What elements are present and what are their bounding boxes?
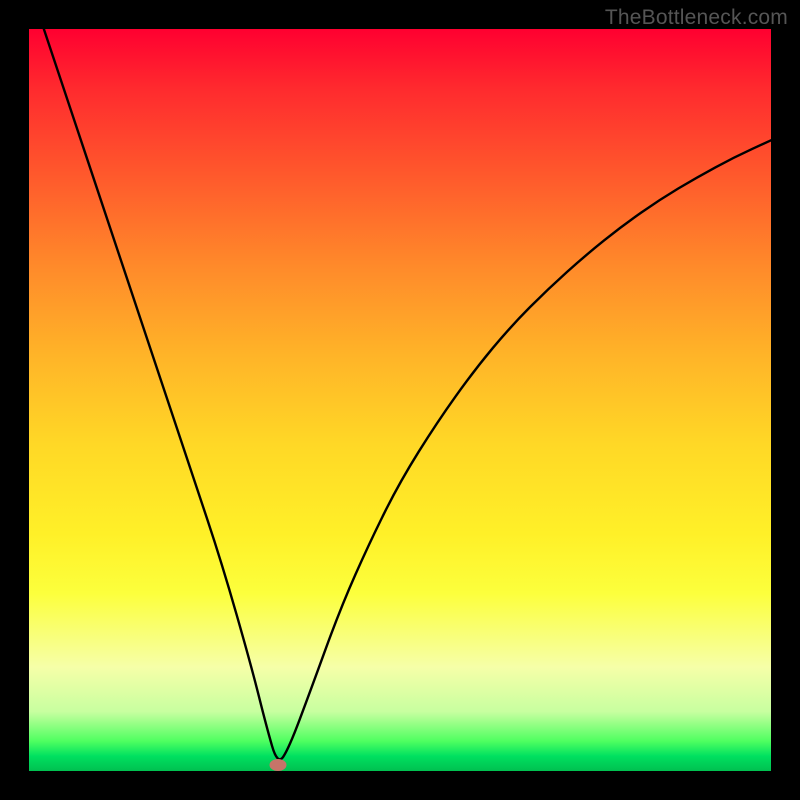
bottleneck-curve xyxy=(29,29,771,771)
chart-plot-area xyxy=(29,29,771,771)
optimum-marker xyxy=(269,759,286,771)
watermark-text: TheBottleneck.com xyxy=(605,6,788,30)
